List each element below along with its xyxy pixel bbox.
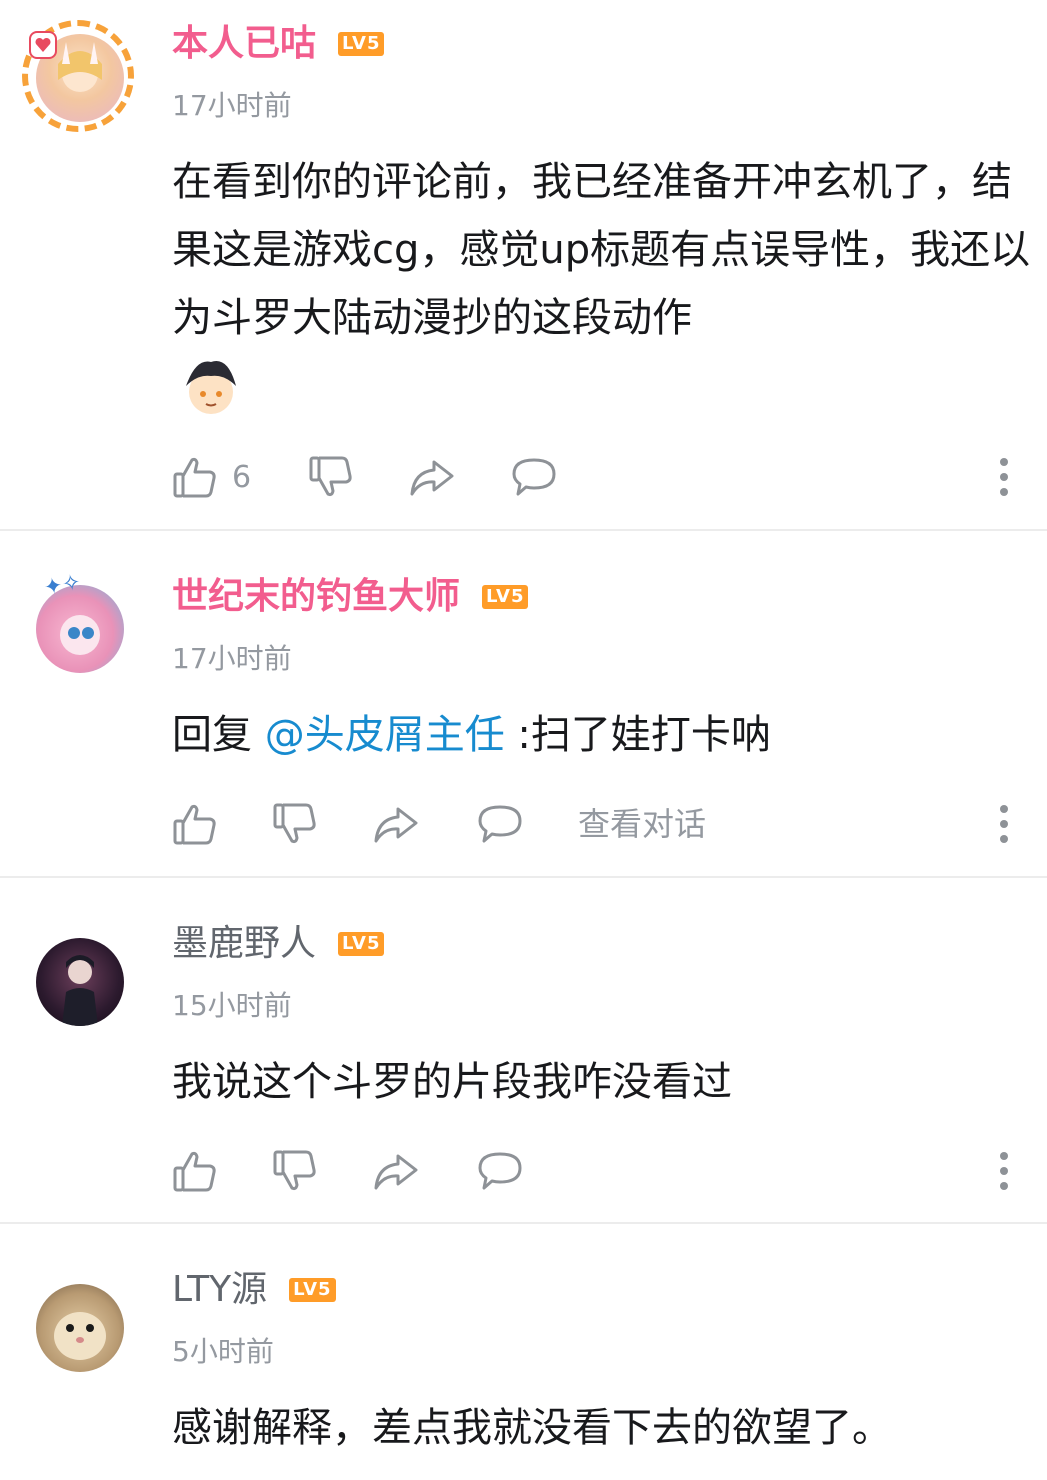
more-icon-dot <box>1000 1182 1008 1190</box>
comment-item: ✦✧ 世纪末的钓鱼大师 LV5 17小时前 回复 @头皮屑主任 :扫了娃打卡呐 … <box>0 531 1047 876</box>
more-icon-dot <box>1000 835 1008 843</box>
share-button[interactable] <box>372 799 420 849</box>
action-bar: 6 <box>172 452 1032 502</box>
username-row: LTY源 LV5 <box>172 1268 336 1312</box>
like-icon <box>173 457 216 498</box>
share-button[interactable] <box>372 1146 420 1196</box>
reply-icon <box>512 458 556 496</box>
username[interactable]: 墨鹿野人 <box>172 922 316 966</box>
level-badge: LV5 <box>482 585 529 609</box>
username-row: 世纪末的钓鱼大师 LV5 <box>172 575 529 619</box>
level-badge: LV5 <box>338 32 385 56</box>
more-icon <box>1000 805 1008 813</box>
more-icon-dot <box>1000 820 1008 828</box>
level-badge: LV5 <box>338 932 385 956</box>
reply-prefix: 回复 <box>172 712 265 758</box>
username-row: 墨鹿野人 LV5 <box>172 922 385 966</box>
more-icon-dot <box>1000 1167 1008 1175</box>
comment-time: 17小时前 <box>172 89 292 122</box>
comment-item: 本人已咕 LV5 17小时前 在看到你的评论前，我已经准备开冲玄机了，结果这是游… <box>0 0 1047 530</box>
more-icon-dot <box>1000 473 1008 481</box>
comment-text: 在看到你的评论前，我已经准备开冲玄机了，结果这是游戏cg，感觉up标题有点误导性… <box>172 159 1031 341</box>
username[interactable]: LTY源 <box>172 1268 267 1312</box>
share-button[interactable] <box>408 452 456 502</box>
avatar[interactable] <box>22 1270 134 1382</box>
share-icon <box>374 807 418 843</box>
mention-link[interactable]: @头皮屑主任 <box>265 712 505 758</box>
comment-text: 感谢解释，差点我就没看下去的欲望了。 <box>172 1405 892 1451</box>
view-conversation-link[interactable]: 查看对话 <box>578 799 706 849</box>
dislike-icon <box>309 456 352 497</box>
dislike-icon <box>273 1150 316 1191</box>
comment-time: 15小时前 <box>172 989 292 1022</box>
reply-text: :扫了娃打卡呐 <box>504 712 771 758</box>
avatar-image <box>36 938 124 1026</box>
comment-text: 回复 @头皮屑主任 :扫了娃打卡呐 <box>172 701 1032 769</box>
comment-text: 我说这个斗罗的片段我咋没看过 <box>172 1059 732 1105</box>
share-icon <box>374 1154 418 1190</box>
reply-icon <box>478 805 522 843</box>
like-button[interactable]: 6 <box>172 452 251 502</box>
avatar[interactable] <box>22 20 134 132</box>
dislike-button[interactable] <box>272 1146 318 1196</box>
avatar[interactable]: ✦✧ <box>22 570 134 683</box>
like-icon <box>173 804 216 845</box>
avatar-image <box>36 1284 124 1372</box>
comment-item: 墨鹿野人 LV5 15小时前 我说这个斗罗的片段我咋没看过 <box>0 878 1047 1222</box>
reply-button[interactable] <box>510 452 558 502</box>
dislike-icon <box>273 803 316 844</box>
reply-button[interactable] <box>476 1146 524 1196</box>
more-icon-dot <box>1000 488 1008 496</box>
comment-time: 17小时前 <box>172 642 292 675</box>
comment-time: 5小时前 <box>172 1335 274 1368</box>
username[interactable]: 世纪末的钓鱼大师 <box>172 575 460 619</box>
username[interactable]: 本人已咕 <box>172 22 316 66</box>
more-button[interactable] <box>996 799 1012 849</box>
like-count: 6 <box>232 459 252 495</box>
action-bar <box>172 1146 1032 1196</box>
like-icon <box>173 1151 216 1192</box>
emote-sticker <box>176 352 246 422</box>
reply-button[interactable] <box>476 799 524 849</box>
dislike-button[interactable] <box>308 452 354 502</box>
level-badge: LV5 <box>289 1278 336 1302</box>
reply-icon <box>478 1152 522 1190</box>
more-icon <box>1000 1152 1008 1160</box>
more-button[interactable] <box>996 452 1012 502</box>
username-row: 本人已咕 LV5 <box>172 22 385 66</box>
action-bar: 查看对话 <box>172 799 1032 849</box>
more-button[interactable] <box>996 1146 1012 1196</box>
avatar[interactable] <box>22 924 134 1036</box>
more-icon <box>1000 458 1008 466</box>
dislike-button[interactable] <box>272 799 318 849</box>
like-button[interactable] <box>172 799 218 849</box>
share-icon <box>410 460 454 496</box>
comment-item: LTY源 LV5 5小时前 感谢解释，差点我就没看下去的欲望了。 <box>0 1224 1047 1480</box>
like-button[interactable] <box>172 1146 218 1196</box>
heart-badge-icon <box>29 31 57 59</box>
